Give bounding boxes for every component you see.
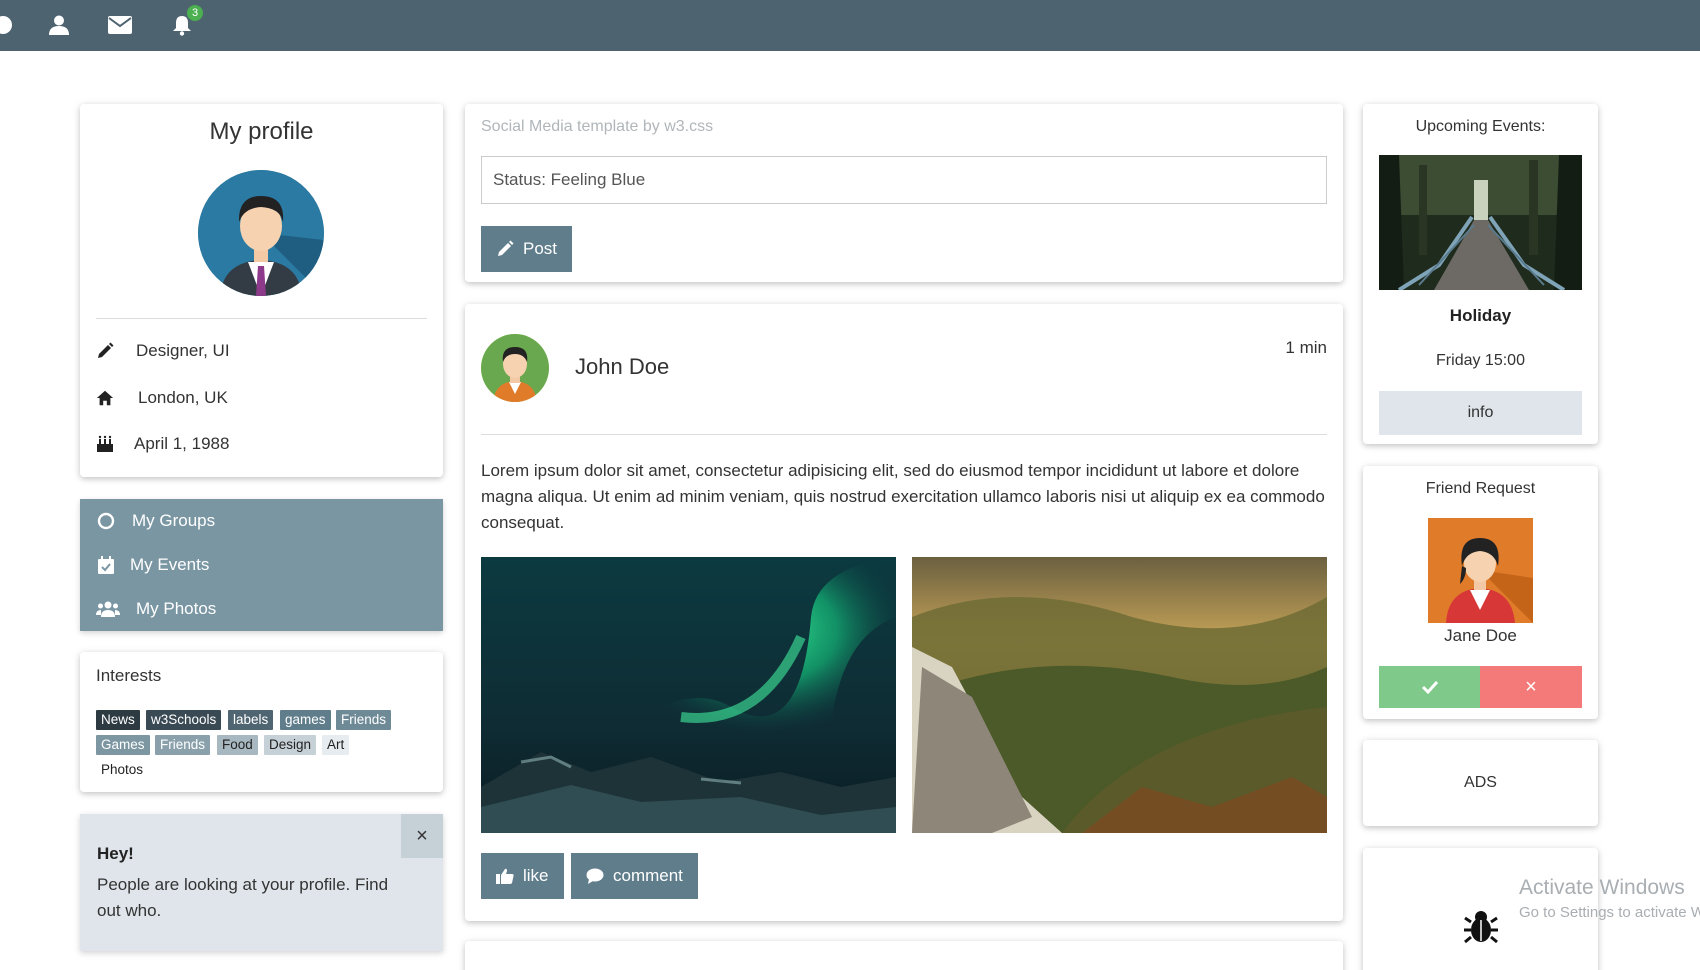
post-photo-aurora[interactable] (481, 557, 896, 833)
interest-tag[interactable]: Design (264, 735, 317, 755)
menu-item-my-photos[interactable]: My Photos (80, 587, 443, 631)
next-post-card (465, 941, 1343, 970)
alert-message: People are looking at your profile. Find… (97, 875, 389, 920)
home-icon (96, 389, 114, 407)
events-title: Upcoming Events: (1415, 118, 1546, 135)
menu-item-label: My Events (130, 555, 210, 574)
calendar-check-icon (96, 555, 116, 575)
profile-avatar (198, 170, 324, 296)
profile-views-alert: × Hey! People are looking at your profil… (80, 814, 443, 951)
menu-item-label: My Photos (136, 599, 217, 618)
comment-button[interactable]: comment (571, 853, 698, 899)
side-menu: My Groups My Events My Photos (80, 499, 443, 631)
profile-location: London, UK (138, 388, 228, 407)
upcoming-events-card: Upcoming Events: Holiday Friday 15:00 in… (1363, 104, 1598, 444)
profile-birthday: April 1, 1988 (134, 434, 230, 453)
alert-close-button[interactable]: × (401, 814, 443, 858)
ads-label: ADS (1464, 774, 1497, 791)
like-button-label: like (523, 866, 549, 885)
menu-item-label: My Groups (132, 511, 216, 530)
friend-request-avatar[interactable] (1428, 518, 1533, 623)
interest-tag[interactable]: labels (228, 710, 274, 730)
profile-role: Designer, UI (136, 341, 230, 360)
decline-friend-button[interactable]: × (1480, 666, 1582, 708)
user-icon[interactable] (46, 12, 72, 38)
comment-button-label: comment (613, 866, 683, 885)
status-input[interactable] (481, 156, 1327, 204)
circle-notch-icon (96, 511, 116, 531)
event-name: Holiday (1449, 306, 1512, 325)
pencil-icon (496, 240, 514, 258)
post-author-name[interactable]: John Doe (575, 354, 669, 380)
interests-title: Interests (96, 666, 162, 685)
bug-icon (1463, 908, 1499, 944)
profile-card: My profile Designer, UI London, UK April… (80, 104, 443, 477)
top-navbar: 3 (0, 0, 1700, 51)
interest-tag[interactable]: Food (217, 735, 258, 755)
check-icon (1421, 680, 1438, 694)
interest-tag[interactable]: Games (96, 735, 150, 755)
interest-tag[interactable]: Photos (96, 760, 149, 780)
users-icon (96, 599, 120, 619)
friend-request-title: Friend Request (1425, 480, 1536, 497)
status-composer: Social Media template by w3.css Post (465, 104, 1343, 282)
notification-badge: 3 (187, 5, 203, 21)
post-author-avatar[interactable] (481, 334, 549, 402)
friend-request-card: Friend Request Jane Doe × (1363, 466, 1598, 719)
comment-icon (586, 867, 604, 885)
ads-card: ADS (1363, 740, 1598, 826)
profile-role-row: Designer, UI (96, 338, 230, 364)
post-button-label: Post (523, 239, 558, 258)
composer-label: Social Media template by w3.css (481, 118, 714, 135)
post-divider (481, 434, 1327, 435)
activate-windows-title: Activate Windows (1519, 876, 1685, 899)
menu-item-my-groups[interactable]: My Groups (80, 499, 443, 543)
profile-birthday-row: April 1, 1988 (96, 431, 229, 457)
event-info-button[interactable]: info (1379, 391, 1582, 435)
interests-card: Interests News w3Schools labels games Fr… (80, 652, 443, 792)
interest-tag[interactable]: w3Schools (146, 710, 222, 730)
accept-friend-button[interactable] (1379, 666, 1480, 708)
menu-item-my-events[interactable]: My Events (80, 543, 443, 587)
interest-tag[interactable]: Art (322, 735, 350, 755)
profile-title: My profile (209, 118, 314, 145)
post-button[interactable]: Post (481, 226, 573, 272)
profile-location-row: London, UK (96, 385, 228, 411)
friend-request-name[interactable]: Jane Doe (1363, 626, 1598, 646)
thumbs-up-icon (496, 867, 514, 885)
alert-title: Hey! (97, 844, 134, 863)
event-time: Friday 15:00 (1436, 352, 1525, 369)
activate-windows-subtitle: Go to Settings to activate Windows. (1519, 904, 1700, 921)
interest-tag[interactable]: Friends (336, 710, 392, 730)
like-button[interactable]: like (481, 853, 564, 899)
event-image-forest-bridge[interactable] (1379, 155, 1582, 290)
post-card: John Doe 1 min Lorem ipsum dolor sit ame… (465, 304, 1343, 921)
post-time: 1 min (1285, 338, 1327, 357)
interest-tag[interactable]: Friends (155, 735, 211, 755)
post-body: Lorem ipsum dolor sit amet, consectetur … (481, 461, 1325, 532)
envelope-icon[interactable] (107, 12, 133, 38)
profile-divider (96, 318, 427, 319)
pencil-icon (96, 342, 114, 360)
interest-tag[interactable]: News (96, 710, 140, 730)
birthday-cake-icon (96, 435, 114, 453)
post-photo-mountains[interactable] (912, 557, 1327, 833)
interest-tag[interactable]: games (280, 710, 331, 730)
globe-icon[interactable] (0, 12, 16, 38)
